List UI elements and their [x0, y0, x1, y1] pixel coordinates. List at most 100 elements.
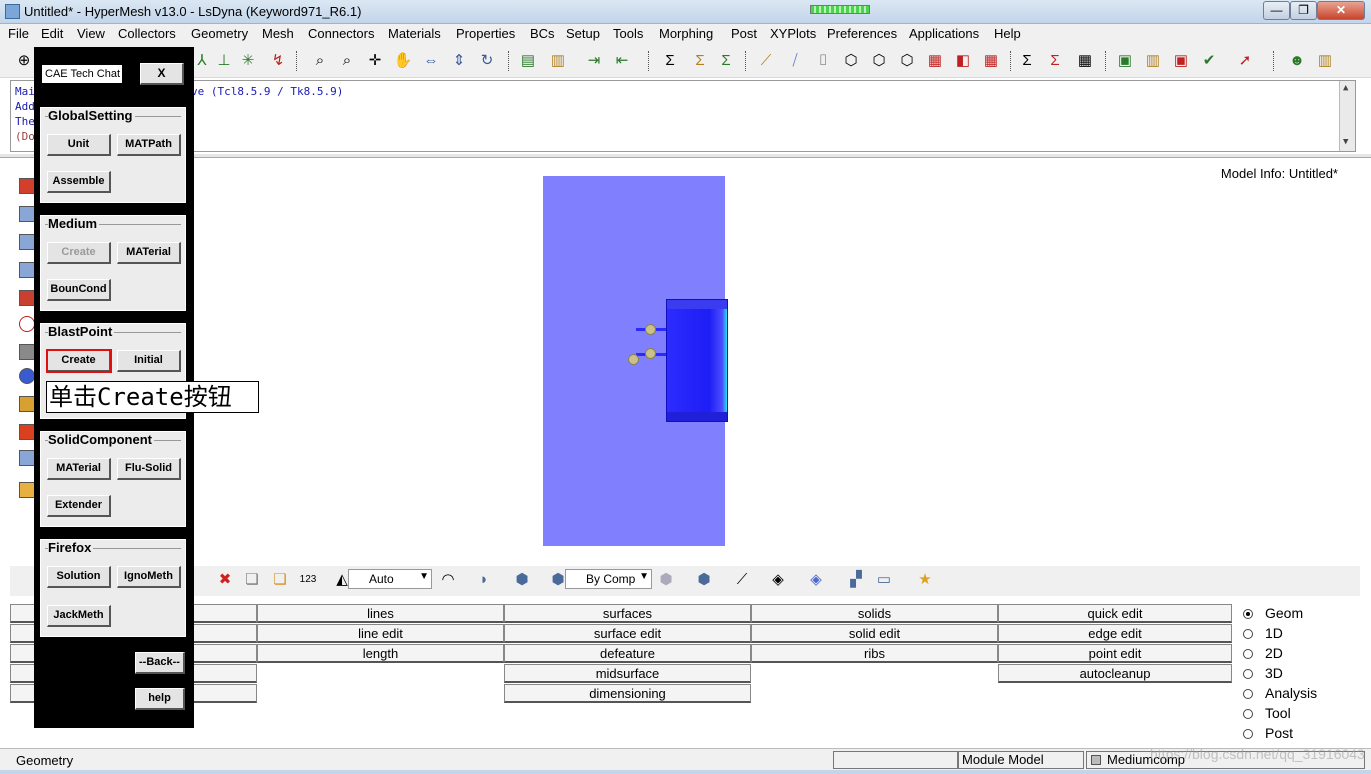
check-icon[interactable]: ✔	[1199, 51, 1219, 71]
model-tree-icon[interactable]: ▣	[1115, 51, 1135, 71]
line-icon[interactable]: ⟋	[756, 51, 776, 71]
menu-file[interactable]: File	[8, 26, 29, 41]
mesh-check-icon[interactable]: ▦	[981, 51, 1001, 71]
mesh-icon[interactable]	[19, 290, 35, 306]
scroll-down-icon[interactable]: ▼	[1343, 137, 1348, 147]
solution-button[interactable]: Solution	[47, 566, 111, 588]
rotate-icon[interactable]: ↯	[268, 51, 288, 71]
component-icon[interactable]	[19, 206, 35, 222]
pan-horizontal-icon[interactable]: ⇔	[421, 51, 441, 71]
panel-button-lines[interactable]: lines	[257, 604, 504, 623]
label-icon[interactable]	[19, 396, 35, 412]
mesh-red-icon[interactable]: ▦	[925, 51, 945, 71]
panel-button-defeature[interactable]: defeature	[504, 644, 751, 663]
extender-button[interactable]: Extender	[47, 495, 111, 517]
menu-collectors[interactable]: Collectors	[118, 26, 176, 41]
hide-icon[interactable]: ❏	[242, 570, 262, 590]
cube-shade-icon[interactable]: ⬢	[512, 570, 532, 590]
panel-button-edge-edit[interactable]: edge edit	[998, 624, 1232, 643]
axis-z-icon[interactable]: ⊥	[214, 51, 234, 71]
menu-view[interactable]: View	[77, 26, 105, 41]
summary-tree-icon[interactable]: Σ	[716, 51, 736, 71]
help-button[interactable]: help	[135, 688, 185, 710]
radio-post[interactable]: Post	[1243, 725, 1293, 743]
scroll-up-icon[interactable]: ▲	[1343, 83, 1348, 93]
menu-tools[interactable]: Tools	[613, 26, 643, 41]
solid-material-button[interactable]: MATerial	[47, 458, 111, 480]
bouncond-button[interactable]: BounCond	[47, 279, 111, 301]
initial-button[interactable]: Initial	[117, 350, 181, 372]
close-button[interactable]: ✕	[1317, 1, 1365, 20]
new-file-icon[interactable]: ▤	[518, 51, 538, 71]
radio-analysis[interactable]: Analysis	[1243, 685, 1317, 703]
panel-button-quick-edit[interactable]: quick edit	[998, 604, 1232, 623]
transparent-cube-icon[interactable]: ⬢	[656, 570, 676, 590]
matpath-button[interactable]: MATPath	[117, 134, 181, 156]
no-entry-icon[interactable]	[19, 316, 35, 332]
mesh-cube-icon[interactable]: ⬢	[694, 570, 714, 590]
medium-create-button[interactable]: Create	[47, 242, 111, 264]
user-icon[interactable]: ☻	[1287, 51, 1307, 71]
radio-1d[interactable]: 1D	[1243, 625, 1283, 643]
cube-icon[interactable]: ⬡	[841, 51, 861, 71]
menu-bcs[interactable]: BCs	[530, 26, 555, 41]
delete-icon[interactable]: ✖	[215, 570, 235, 590]
menu-geometry[interactable]: Geometry	[191, 26, 248, 41]
medium-material-button[interactable]: MATerial	[117, 242, 181, 264]
monitor-icon[interactable]: ▭	[874, 570, 894, 590]
cube-solid-icon[interactable]: ⬡	[897, 51, 917, 71]
radio-2d[interactable]: 2D	[1243, 645, 1283, 663]
menu-setup[interactable]: Setup	[566, 26, 600, 41]
cube-wire-icon[interactable]: ⬡	[869, 51, 889, 71]
summary-icon[interactable]: Σ	[660, 51, 680, 71]
numbers-icon[interactable]: 123	[298, 570, 318, 590]
menu-connectors[interactable]: Connectors	[308, 26, 374, 41]
blast-point[interactable]	[628, 354, 639, 365]
blastpoint-create-button[interactable]: Create	[46, 349, 112, 373]
menu-xyplots[interactable]: XYPlots	[770, 26, 816, 41]
assemble-button[interactable]: Assemble	[47, 171, 111, 193]
mirror-icon[interactable]: ◧	[953, 51, 973, 71]
panel-button-solids[interactable]: solids	[751, 604, 998, 623]
reveal-icon[interactable]: ❏	[270, 570, 290, 590]
menu-mesh[interactable]: Mesh	[262, 26, 294, 41]
load-icon[interactable]	[19, 424, 35, 440]
jackmeth-button[interactable]: JackMeth	[47, 605, 111, 627]
back-button[interactable]: --Back--	[135, 652, 185, 674]
pane-splitter[interactable]	[0, 154, 1371, 158]
panel-button-dimensioning[interactable]: dimensioning	[504, 684, 751, 703]
command-window[interactable]: Mai Add The (Do ve (Tcl8.5.9 / Tk8.5.9) …	[10, 80, 1356, 152]
plane-icon[interactable]	[19, 450, 35, 466]
export-icon[interactable]: ⇤	[612, 51, 632, 71]
pan-vertical-icon[interactable]: ⇕	[449, 51, 469, 71]
menu-help[interactable]: Help	[994, 26, 1021, 41]
unit-button[interactable]: Unit	[47, 134, 111, 156]
menu-preferences[interactable]: Preferences	[827, 26, 897, 41]
menu-materials[interactable]: Materials	[388, 26, 441, 41]
ignometh-button[interactable]: IgnoMeth	[117, 566, 181, 588]
panel-button-length[interactable]: length	[257, 644, 504, 663]
line-tool-icon[interactable]: ⟋	[732, 570, 752, 590]
menu-morphing[interactable]: Morphing	[659, 26, 713, 41]
surface-shade-icon[interactable]: ◗	[474, 570, 494, 590]
menu-applications[interactable]: Applications	[909, 26, 979, 41]
menu-edit[interactable]: Edit	[41, 26, 63, 41]
panel-button-midsurface[interactable]: midsurface	[504, 664, 751, 683]
cylinder-icon[interactable]: ⌷	[813, 51, 833, 71]
menu-properties[interactable]: Properties	[456, 26, 515, 41]
panel-button-surface-edit[interactable]: surface edit	[504, 624, 751, 643]
zoom-window-icon[interactable]: ⌕	[310, 51, 330, 71]
solid-block[interactable]	[666, 299, 728, 422]
open-file-icon[interactable]: ▥	[548, 51, 568, 71]
import-icon[interactable]: ⇥	[584, 51, 604, 71]
flu-solid-button[interactable]: Flu-Solid	[117, 458, 181, 480]
layer-icon[interactable]: ◈	[806, 570, 826, 590]
zoom-fit-icon[interactable]: ⌕	[337, 51, 357, 71]
panel-close-button[interactable]: X	[140, 63, 184, 85]
visual-mode-dropdown[interactable]: Auto ▼	[348, 569, 432, 589]
center-icon[interactable]: ✛	[365, 51, 385, 71]
graphics-area[interactable]: Model Info: Untitled*	[36, 160, 1356, 565]
sum-icon[interactable]: Σ	[1017, 51, 1037, 71]
minimize-button[interactable]: —	[1263, 1, 1290, 20]
panel-button-solid-edit[interactable]: solid edit	[751, 624, 998, 643]
